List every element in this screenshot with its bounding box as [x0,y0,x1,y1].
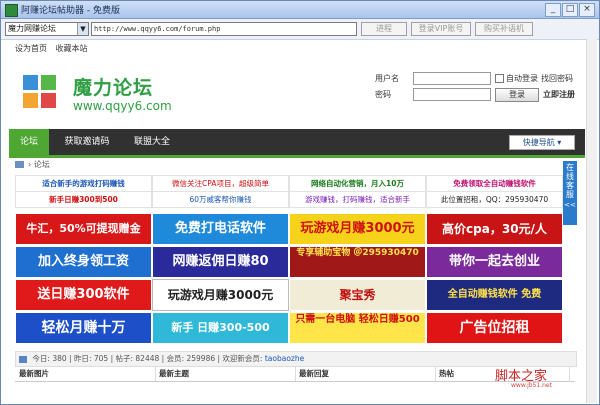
stats-chart-icon [19,355,27,363]
members-label: 会员 [166,354,182,363]
section-latest-topics[interactable]: 最新主题 [155,367,296,381]
section-latest-replies[interactable]: 最新回复 [295,367,436,381]
login-panel: 用户名 自动登录 找回密码 密码 登录 立即注册 [369,72,589,123]
vip-login-button[interactable]: 登录VIP账号 [411,22,471,36]
text-ad-link[interactable]: 此位置招租，QQ：295930470 [426,191,563,208]
collapse-arrow-icon[interactable]: << [563,201,577,210]
breadcrumb-current[interactable]: 论坛 [34,160,50,169]
watermark-url: www.jb51.net [511,382,552,389]
members-count: 259986 [186,354,216,363]
banner-ad[interactable]: 聚宝秀 [289,279,426,311]
process-button[interactable]: 进程 [361,22,407,36]
online-service-label: 在线客服 [566,163,574,199]
app-window: 阿赚论坛帖助器 - 免费版 _ □ × 魔力网赚论坛 ▼ http://www.… [0,0,600,405]
text-ad-link[interactable]: 适合新手的游戏打码赚钱 [15,175,152,192]
nav-item-invite-code[interactable]: 获取邀请码 [55,129,119,155]
banner-ad[interactable]: 玩游戏月赚3000元 [289,213,426,245]
ad-area: 适合新手的游戏打码赚钱 微信关注CPA项目，超级简单 网络自动化营销，月入10万… [15,175,563,344]
banner-ad[interactable]: 带你一起去创业 [426,246,563,278]
app-icon [5,4,18,17]
newest-member-link[interactable]: taobaozhe [265,354,304,363]
quick-nav-button[interactable]: 快捷导航 ▾ [509,135,575,150]
auto-login-label: 自动登录 [506,74,538,83]
banner-ad[interactable]: 牛汇，50%可提现赠金 [15,213,152,245]
logo-title: 魔力论坛 [73,77,154,99]
login-button[interactable]: 登录 [495,88,539,102]
banner-ad[interactable]: 网赚返佣日赚80 [152,246,289,278]
banner-ad[interactable]: 加入终身领工资 [15,246,152,278]
site-logo[interactable]: 魔力论坛 www.qqyy6.com [17,69,172,121]
main-nav: 论坛 获取邀请码 联盟大全 快捷导航 ▾ [9,129,585,158]
today-count: 380 [52,354,67,363]
forum-select[interactable]: 魔力网赚论坛 ▼ [5,22,89,36]
banner-ad[interactable]: 只需一台电脑 轻松日赚500 [289,312,426,344]
forum-stats-bar: 今日: 380 | 昨日: 705 | 帖子: 82448 | 会员: 2599… [15,351,577,367]
latest-sections-header: 最新图片 最新主题 最新回复 热帖 [15,367,575,382]
text-ad-link[interactable]: 免费领取全自动赚钱软件 [426,175,563,192]
banner-ad[interactable]: 轻松月赚十万 [15,312,152,344]
breadcrumb: › 论坛 [15,159,50,170]
banner-ad[interactable]: 免费打电话软件 [152,213,289,245]
toolbar: 魔力网赚论坛 ▼ http://www.qqyy6.com/forum.php … [1,19,599,40]
welcome-label: 欢迎新会员 [222,354,260,363]
register-link[interactable]: 立即注册 [543,89,575,100]
set-homepage-link[interactable]: 设为首页 [15,44,47,53]
text-ad-link[interactable]: 新手日赚300到500 [15,191,152,208]
title-bar: 阿赚论坛帖助器 - 免费版 _ □ × [1,1,599,19]
close-button[interactable]: × [579,3,595,17]
banner-ad[interactable]: 全自动赚钱软件 免费 [426,279,563,311]
address-input[interactable]: http://www.qqyy6.com/forum.php [91,22,357,36]
posts-label: 帖子 [115,354,131,363]
password-label: 密码 [375,90,391,99]
find-password-link[interactable]: 找回密码 [541,73,573,84]
logo-tile-icon [41,75,56,90]
username-label: 用户名 [375,74,399,83]
banner-ad[interactable]: 送日赚300软件 [15,279,152,311]
minimize-button[interactable]: _ [545,3,561,17]
section-latest-images[interactable]: 最新图片 [15,367,156,381]
text-link-row: 适合新手的游戏打码赚钱 微信关注CPA项目，超级简单 网络自动化营销，月入10万… [15,175,563,192]
forum-select-value: 魔力网赚论坛 [8,24,56,33]
banner-ad[interactable]: 高价cpa，30元/人 [426,213,563,245]
bookmark-link[interactable]: 收藏本站 [56,44,88,53]
yesterday-label: 昨日 [73,354,89,363]
text-ad-link[interactable]: 游戏赚钱，打码赚钱，适合新手 [289,191,426,208]
text-link-row: 新手日赚300到500 60万威客帮你赚钱 游戏赚钱，打码赚钱，适合新手 此位置… [15,191,563,208]
banner-ad[interactable]: 广告位招租 [426,312,563,344]
logo-url: www.qqyy6.com [73,99,172,113]
online-service-tab[interactable]: 在线客服 << [563,161,577,225]
site-header: 魔力论坛 www.qqyy6.com 用户名 自动登录 找回密码 密码 登录 立… [9,57,585,129]
text-ad-link[interactable]: 网络自动化营销，月入10万 [289,175,426,192]
banner-ad[interactable]: 新手 日赚300-500 [152,312,289,344]
banner-ad[interactable]: 专享辅助宝物 ＠295930470 [289,246,426,278]
password-input[interactable] [413,88,491,101]
nav-item-forum[interactable]: 论坛 [9,129,49,155]
purchase-button[interactable]: 购买补语机 [475,22,533,36]
username-input[interactable] [413,72,491,85]
maximize-button[interactable]: □ [562,3,578,17]
logo-tile-icon [23,93,38,108]
quick-nav-label: 快捷导航 [522,138,555,147]
posts-count: 82448 [135,354,160,363]
today-label: 今日 [32,354,48,363]
auto-login-checkbox[interactable] [495,74,504,83]
text-ad-link[interactable]: 微信关注CPA项目，超级简单 [152,175,289,192]
yesterday-count: 705 [93,354,109,363]
logo-tile-icon [23,75,38,90]
home-icon[interactable] [15,161,24,168]
nav-item-alliance[interactable]: 联盟大全 [125,129,179,155]
chevron-down-icon[interactable]: ▼ [77,23,88,35]
text-ad-link[interactable]: 60万威客帮你赚钱 [152,191,289,208]
top-links: 设为首页 收藏本站 [15,43,94,54]
logo-tile-icon [41,93,56,108]
banner-ad[interactable]: 玩游戏月赚3000元 [152,279,289,311]
window-title: 阿赚论坛帖助器 - 免费版 [21,6,120,16]
